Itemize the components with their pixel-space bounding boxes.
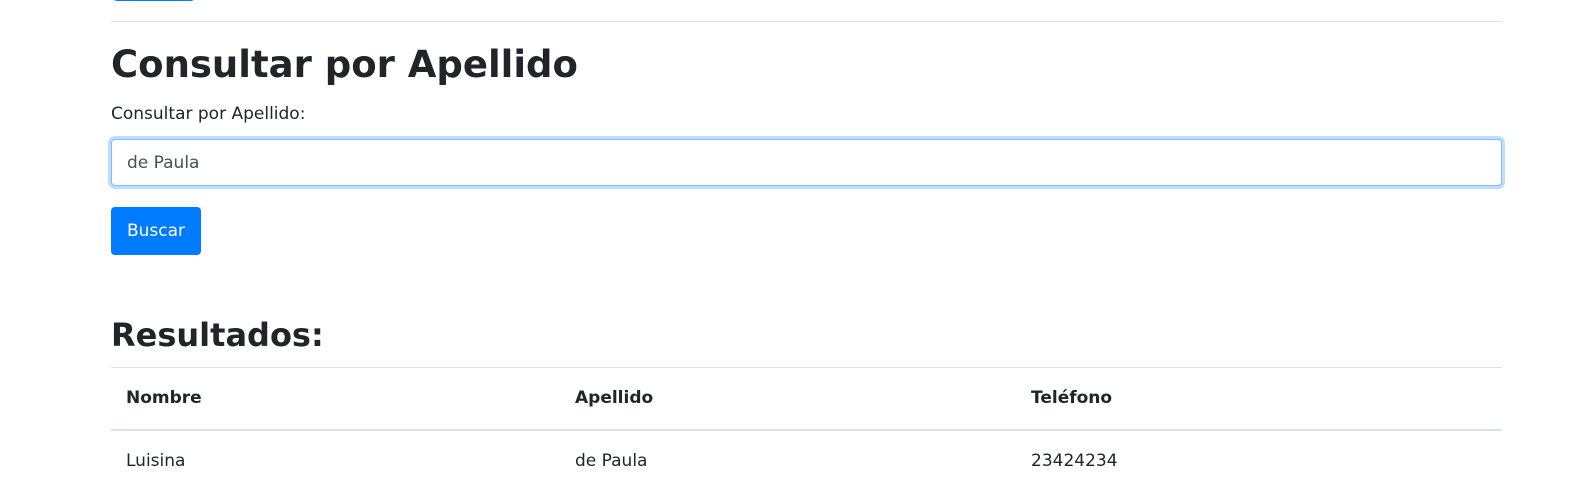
apellido-search-input[interactable]	[111, 139, 1502, 186]
cell-nombre: Luisina	[126, 451, 186, 471]
search-button[interactable]: Buscar	[111, 207, 201, 255]
page-title: Consultar por Apellido	[111, 43, 578, 86]
table-header-row: Nombre Apellido Teléfono	[111, 367, 1502, 430]
previous-button-fragment[interactable]	[113, 0, 195, 1]
cell-telefono: 23424234	[1031, 451, 1118, 471]
results-heading: Resultados:	[111, 316, 324, 354]
column-header-nombre: Nombre	[126, 388, 202, 409]
column-header-apellido: Apellido	[575, 388, 654, 409]
cell-apellido: de Paula	[575, 451, 648, 471]
table-row: Luisina de Paula 23424234	[111, 430, 1502, 492]
results-table: Nombre Apellido Teléfono Luisina de Paul…	[111, 367, 1502, 492]
section-divider	[111, 21, 1502, 22]
main-container: Consultar por Apellido Consultar por Ape…	[111, 0, 1502, 487]
search-label: Consultar por Apellido:	[111, 104, 306, 124]
column-header-telefono: Teléfono	[1031, 388, 1113, 409]
